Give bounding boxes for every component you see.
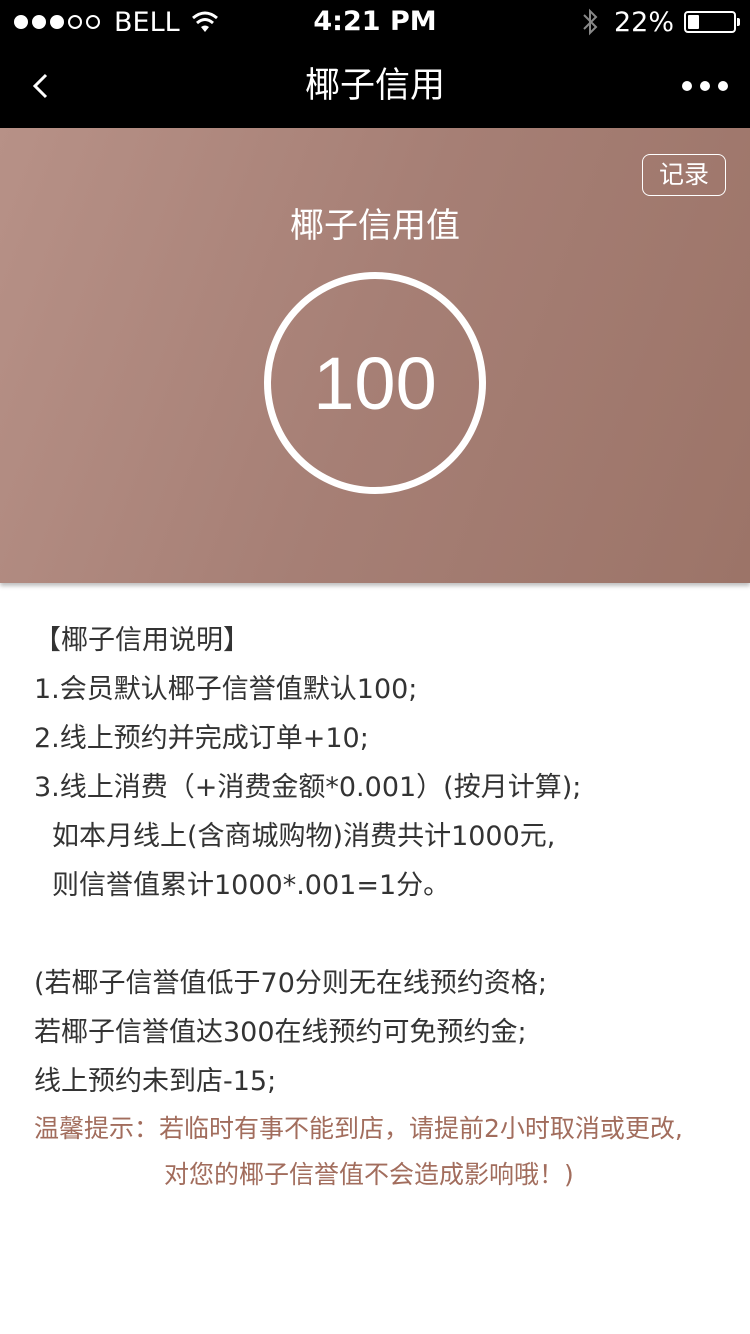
rule-note: 若椰子信誉值达300在线预约可免预约金;: [34, 1017, 527, 1048]
bluetooth-icon: [583, 8, 598, 36]
rule-item: 3.线上消费（+消费金额*0.001）(按月计算);: [34, 772, 582, 803]
more-options-button[interactable]: [682, 44, 728, 128]
rule-note: (若椰子信誉值低于70分则无在线预约资格;: [34, 968, 547, 999]
status-bar: BELL 4:21 PM 22%: [0, 0, 750, 44]
rule-note: 线上预约未到店-15;: [34, 1066, 277, 1097]
credit-score-value: 100: [313, 341, 437, 425]
page-title: 椰子信用: [304, 66, 445, 106]
score-ring: 100: [264, 272, 486, 494]
rule-item: 如本月线上(含商城购物)消费共计1000元,: [52, 821, 556, 852]
rule-item: 1.会员默认椰子信誉值默认100;: [34, 674, 418, 705]
credit-score-panel: 记录 椰子信用值 100: [0, 128, 750, 583]
record-button[interactable]: 记录: [642, 154, 726, 196]
credit-rules-section: 【椰子信用说明】 1.会员默认椰子信誉值默认100; 2.线上预约并完成订单+1…: [34, 616, 724, 1198]
battery-icon: [684, 11, 740, 33]
battery-level: [688, 15, 699, 29]
rules-heading: 【椰子信用说明】: [34, 625, 250, 656]
warm-tip: 对您的椰子信誉值不会造成影响哦！): [164, 1160, 574, 1189]
more-dot-icon: [682, 81, 692, 91]
more-dot-icon: [718, 81, 728, 91]
credit-score-title: 椰子信用值: [290, 206, 460, 246]
more-dot-icon: [700, 81, 710, 91]
battery-percent: 22%: [613, 6, 674, 38]
rule-item: 则信誉值累计1000*.001=1分。: [52, 870, 451, 901]
navigation-bar: 椰子信用: [0, 44, 750, 128]
rule-item: 2.线上预约并完成订单+10;: [34, 723, 369, 754]
status-right-group: 22%: [580, 0, 740, 44]
warm-tip: 温馨提示：若临时有事不能到店，请提前2小时取消或更改,: [34, 1114, 683, 1143]
